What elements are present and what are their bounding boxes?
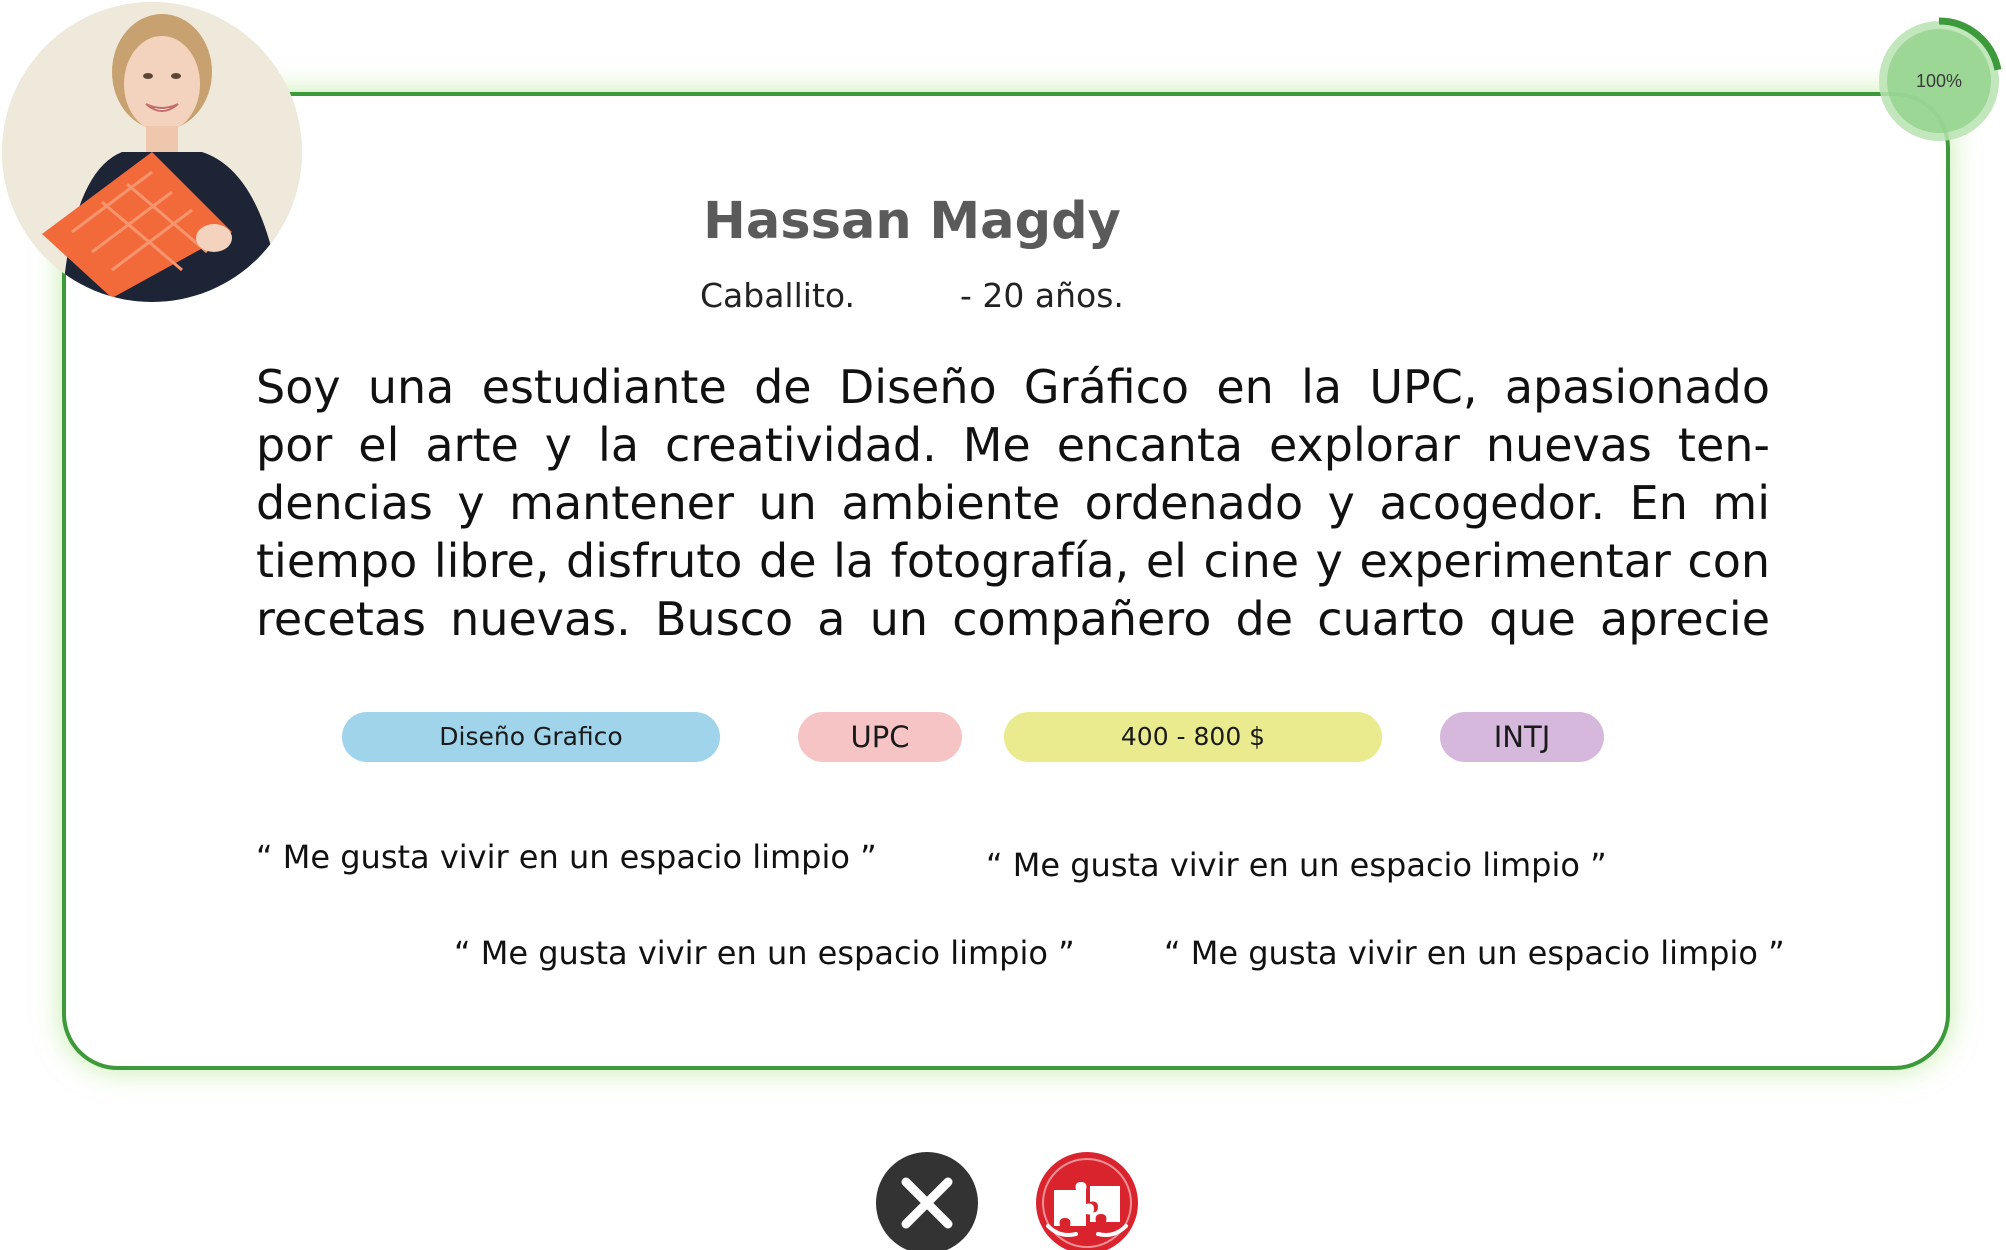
reject-button[interactable] <box>876 1152 978 1250</box>
close-icon <box>901 1177 953 1229</box>
bio-line: tiempo libre, disfruto de la fotografía,… <box>256 534 1770 588</box>
avatar <box>2 2 302 302</box>
tag-university: UPC <box>798 712 962 762</box>
tag-budget: 400 - 800 $ <box>1004 712 1382 762</box>
profile-screen: 100% Hassan Magdy Caballito. - 20 años. … <box>0 0 2006 1250</box>
bio-line: Soy una estudiante de Diseño Gráfico en … <box>256 360 1770 414</box>
profile-completion-progress: 100% <box>1874 16 2004 146</box>
quote-4: “ Me gusta vivir en un espacio limpio ” <box>1164 934 1785 972</box>
match-button[interactable] <box>1036 1152 1138 1250</box>
profile-name: Hassan Magdy <box>703 192 1121 251</box>
profile-bio: Soy una estudiante de Diseño Gráfico en … <box>256 358 1770 648</box>
bio-line: por el arte y la creatividad. Me encanta… <box>256 418 1770 472</box>
quote-3: “ Me gusta vivir en un espacio limpio ” <box>454 934 1075 972</box>
tag-career: Diseño Grafico <box>342 712 720 762</box>
puzzle-icon <box>1042 1158 1132 1248</box>
person-photo-icon <box>2 2 302 302</box>
bio-line: recetas nuevas. Busco a un compañero de … <box>256 592 1770 646</box>
profile-age: - 20 años. <box>960 276 1124 315</box>
profile-location: Caballito. <box>700 276 855 315</box>
quote-1: “ Me gusta vivir en un espacio limpio ” <box>256 838 877 876</box>
progress-label: 100% <box>1915 71 1963 91</box>
bio-line: dencias y mantener un ambiente ordenado … <box>256 476 1770 530</box>
tag-personality: INTJ <box>1440 712 1604 762</box>
quote-2: “ Me gusta vivir en un espacio limpio ” <box>986 846 1607 884</box>
